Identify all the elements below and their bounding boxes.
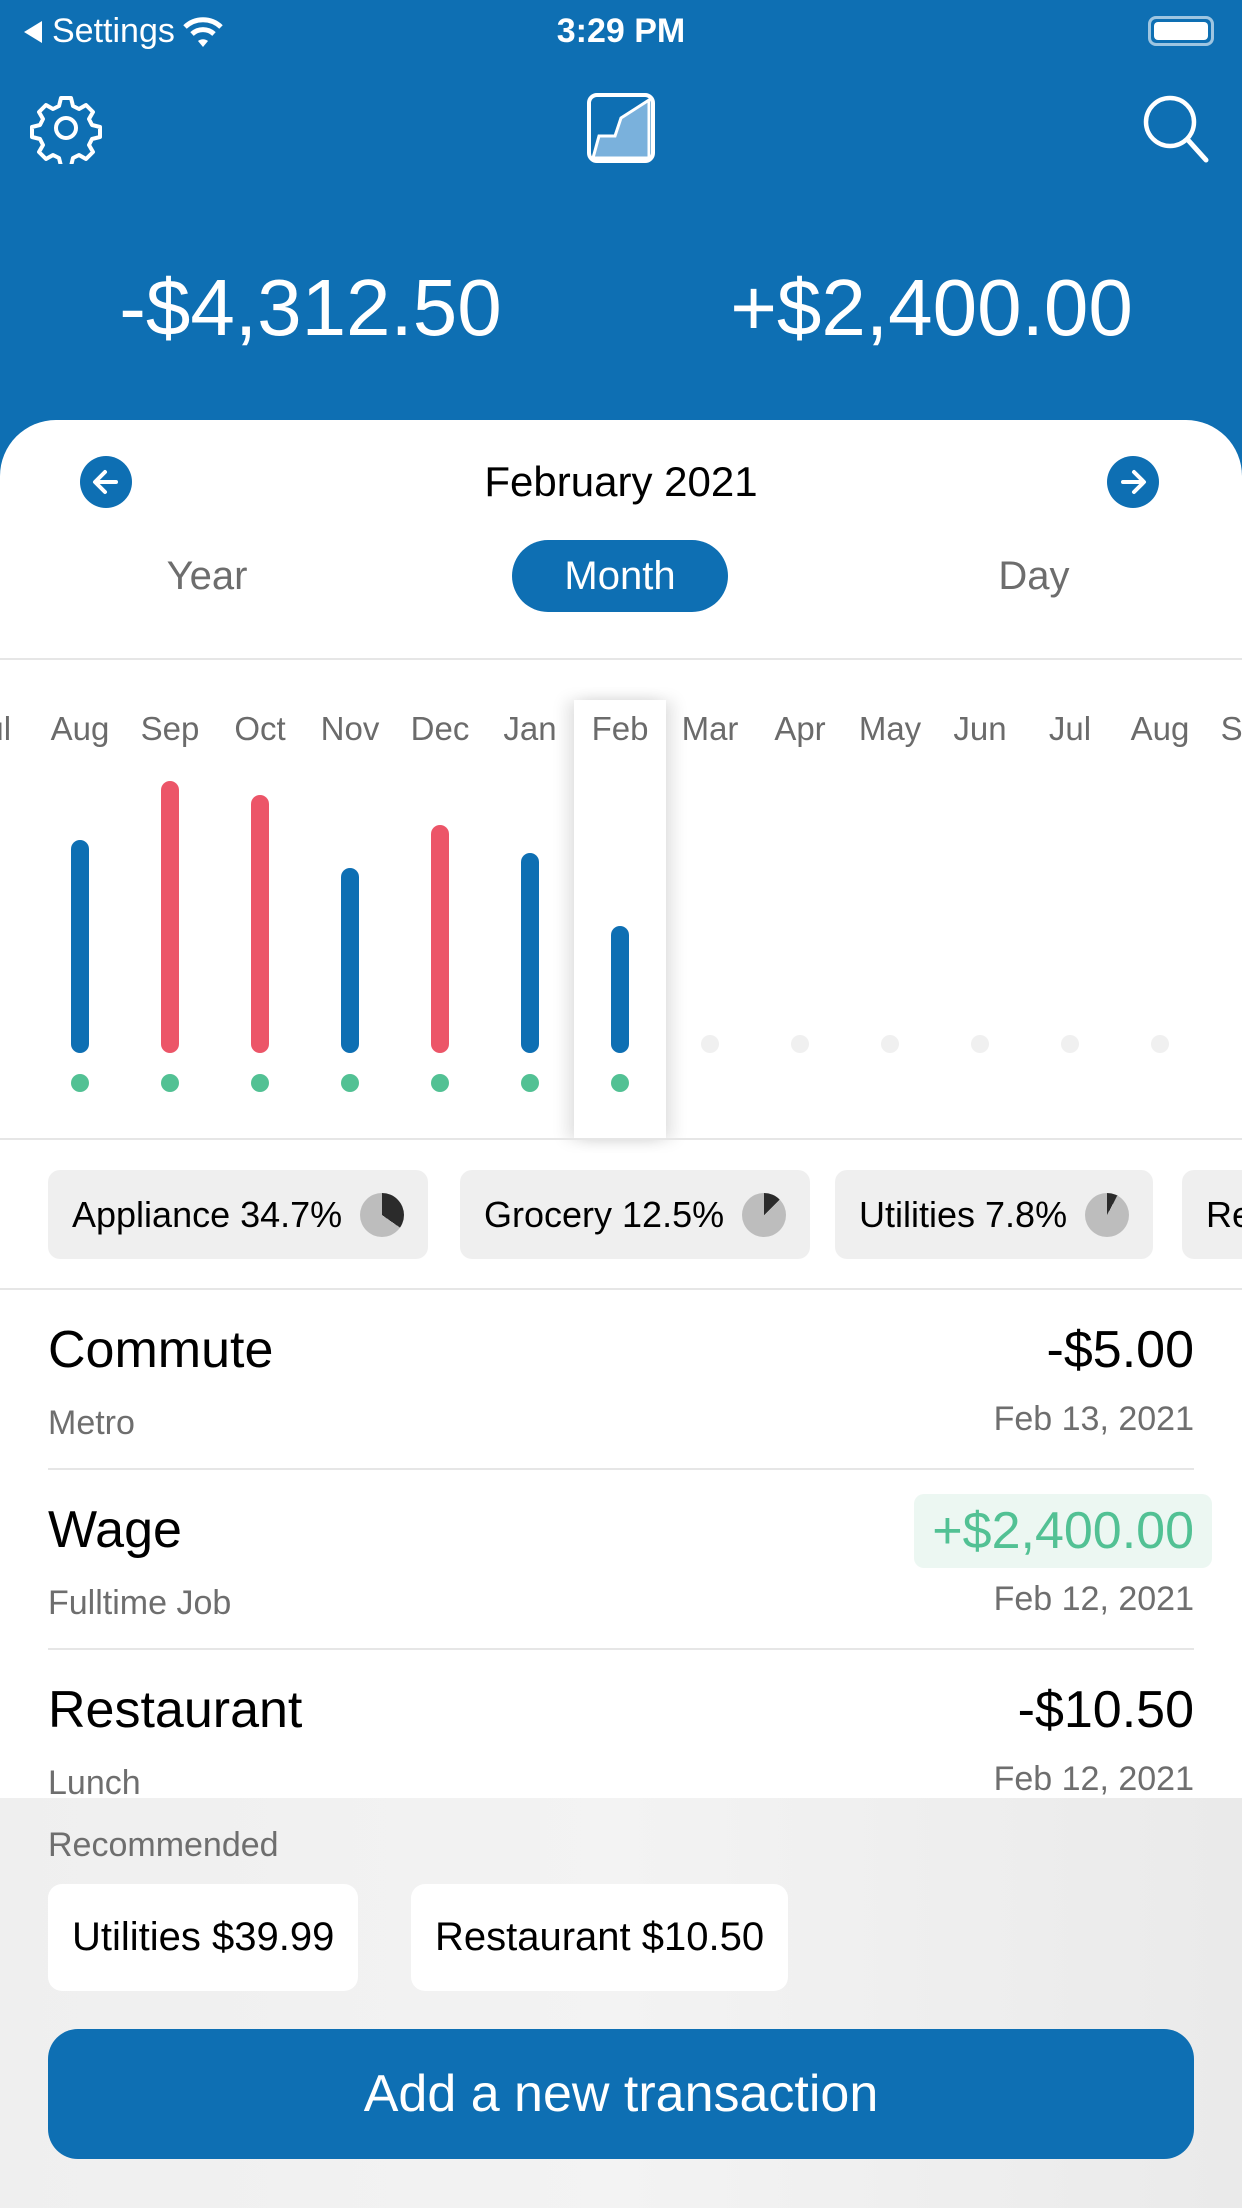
- month-label[interactable]: Aug: [1115, 710, 1205, 748]
- month-label[interactable]: Jul: [0, 710, 35, 748]
- category-chip-label: Grocery 12.5%: [484, 1193, 725, 1235]
- month-label[interactable]: Feb: [575, 710, 665, 748]
- category-chip-label: Appliance 34.7%: [72, 1193, 343, 1235]
- transaction-amount: +$2,400.00: [914, 1494, 1212, 1568]
- transaction-subtitle: Fulltime Job: [48, 1584, 232, 1622]
- total-income: +$2,400.00: [730, 263, 1133, 352]
- empty-month-dot: [1061, 1035, 1079, 1053]
- transaction-title: Wage: [48, 1501, 182, 1559]
- month-label[interactable]: Jun: [935, 710, 1025, 748]
- month-label[interactable]: Oct: [215, 710, 305, 748]
- empty-month-dot: [1151, 1035, 1169, 1053]
- empty-month-dot: [881, 1035, 899, 1053]
- month-label[interactable]: Apr: [755, 710, 845, 748]
- income-indicator-dot: [611, 1074, 629, 1092]
- transaction-date: Feb 13, 2021: [993, 1400, 1194, 1438]
- search-icon[interactable]: [1140, 92, 1212, 164]
- income-indicator-dot: [521, 1074, 539, 1092]
- gear-icon[interactable]: [30, 92, 102, 164]
- transaction-date: Feb 12, 2021: [993, 1760, 1194, 1798]
- recommended-label: Recommended: [48, 1826, 279, 1864]
- income-indicator-dot: [431, 1074, 449, 1092]
- month-label[interactable]: Sep: [125, 710, 215, 748]
- income-indicator-dot: [161, 1074, 179, 1092]
- divider: [48, 1468, 1194, 1470]
- category-chip-label: Utilities 7.8%: [859, 1193, 1068, 1235]
- total-expense: -$4,312.50: [119, 263, 502, 352]
- category-chip-utilities[interactable]: Utilities 7.8%: [835, 1170, 1154, 1259]
- add-transaction-button[interactable]: Add a new transaction: [48, 2029, 1194, 2159]
- category-chip-restaurant[interactable]: Re: [1182, 1170, 1242, 1259]
- month-label[interactable]: Mar: [665, 710, 755, 748]
- recommended-utilities-button[interactable]: Utilities $39.99: [48, 1884, 359, 1991]
- month-label[interactable]: May: [845, 710, 935, 748]
- transaction-title: Commute: [48, 1321, 274, 1379]
- main-card: February 2021 Year Month Day JulAugSepOc…: [0, 420, 1242, 1798]
- transaction-subtitle: Metro: [48, 1404, 135, 1442]
- income-indicator-dot: [71, 1074, 89, 1092]
- clock: 3:29 PM: [556, 12, 686, 50]
- bar-feb[interactable]: [611, 926, 629, 1053]
- empty-month-dot: [701, 1035, 719, 1053]
- category-chip-grocery[interactable]: Grocery 12.5%: [460, 1170, 811, 1259]
- battery-icon: [1148, 16, 1214, 46]
- income-indicator-dot: [341, 1074, 359, 1092]
- transaction-amount: -$10.50: [1017, 1681, 1194, 1739]
- bottom-panel: Recommended Utilities $39.99 Restaurant …: [0, 1798, 1242, 2208]
- month-label[interactable]: Aug: [35, 710, 125, 748]
- empty-month-dot: [791, 1035, 809, 1053]
- pie-icon: [360, 1192, 405, 1237]
- pie-icon: [742, 1192, 787, 1237]
- month-label[interactable]: Sep: [1205, 710, 1242, 748]
- divider: [48, 1648, 1194, 1650]
- month-label[interactable]: Jul: [1025, 710, 1115, 748]
- transaction-amount: -$5.00: [1046, 1321, 1194, 1379]
- bar-sep[interactable]: [161, 781, 179, 1053]
- bar-nov[interactable]: [341, 868, 359, 1053]
- category-chip-appliance[interactable]: Appliance 34.7%: [48, 1170, 429, 1259]
- divider: [0, 1288, 1242, 1290]
- pie-icon: [1085, 1192, 1130, 1237]
- status-bar: Settings 3:29 PM: [0, 0, 1242, 62]
- transaction-title: Restaurant: [48, 1681, 303, 1739]
- recommended-restaurant-button[interactable]: Restaurant $10.50: [411, 1884, 789, 1991]
- chart-area-icon[interactable]: [585, 92, 657, 164]
- empty-month-dot: [971, 1035, 989, 1053]
- month-label[interactable]: Nov: [305, 710, 395, 748]
- month-label[interactable]: Dec: [395, 710, 485, 748]
- bar-oct[interactable]: [251, 795, 269, 1053]
- divider: [0, 1138, 1242, 1140]
- bar-dec[interactable]: [431, 824, 449, 1053]
- transaction-date: Feb 12, 2021: [993, 1580, 1194, 1618]
- bar-jan[interactable]: [521, 852, 539, 1053]
- transaction-subtitle: Lunch: [48, 1764, 141, 1798]
- category-chip-label: Re: [1206, 1193, 1242, 1235]
- month-label[interactable]: Jan: [485, 710, 575, 748]
- income-indicator-dot: [251, 1074, 269, 1092]
- bar-aug[interactable]: [71, 840, 89, 1053]
- monthly-bar-chart[interactable]: JulAugSepOctNovDecJanFebMarAprMayJunJulA…: [0, 420, 1242, 1140]
